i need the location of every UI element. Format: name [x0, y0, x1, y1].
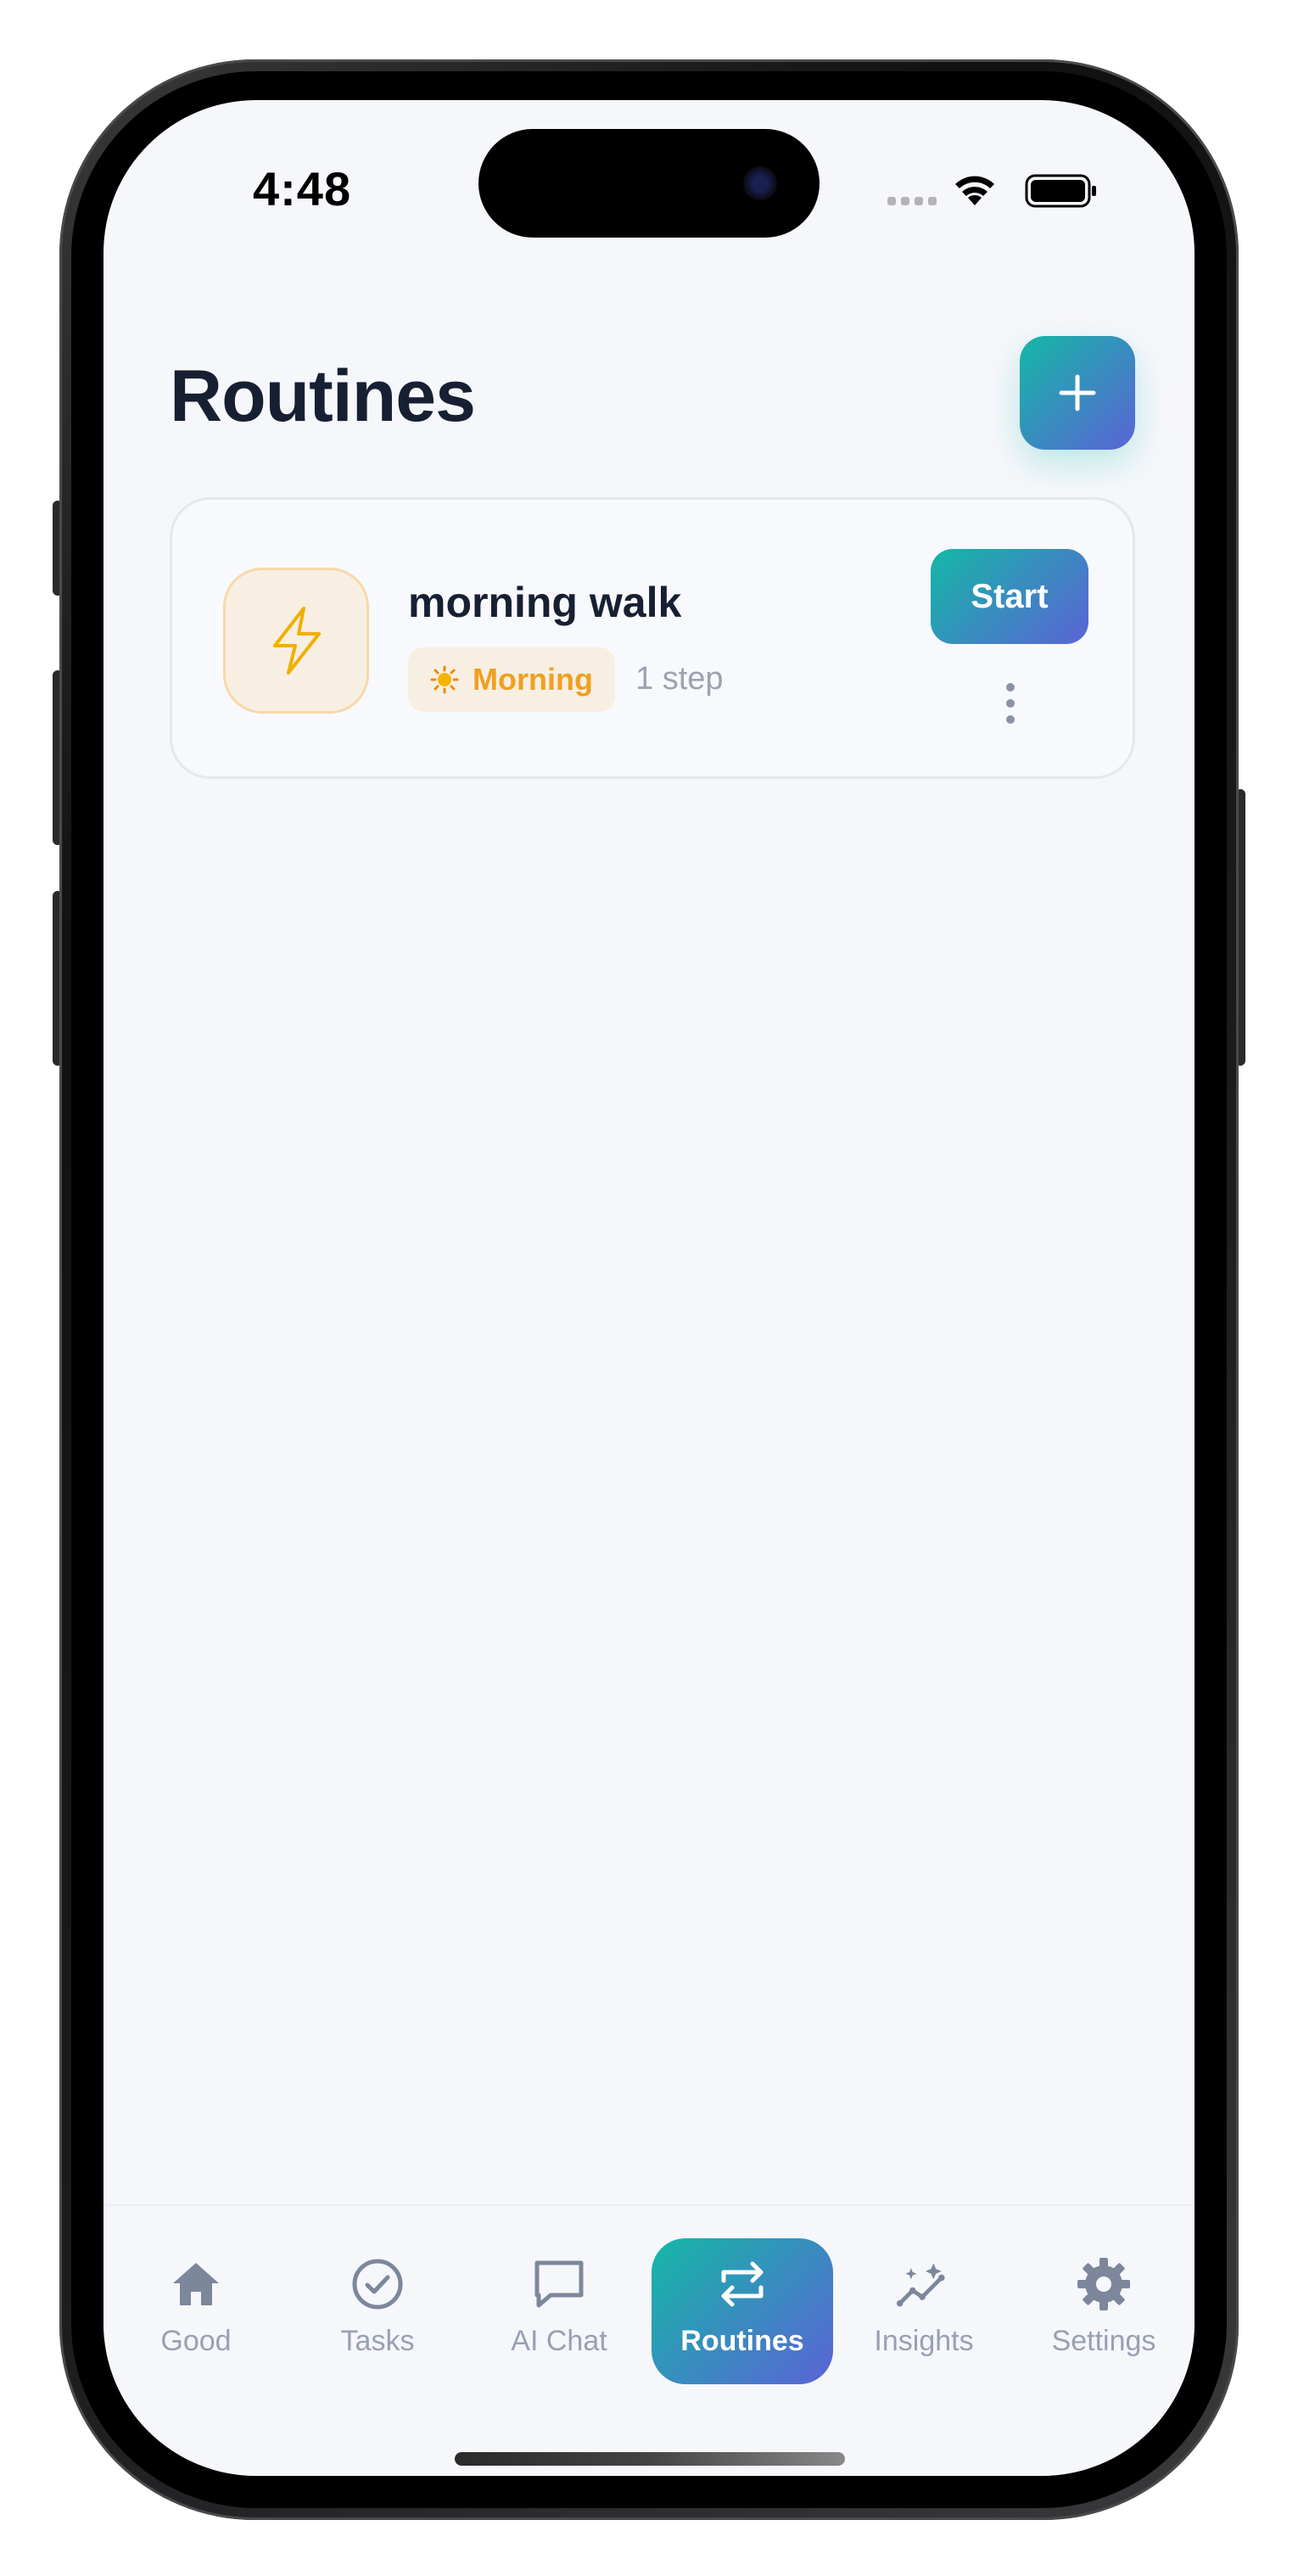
lightning-icon — [273, 607, 321, 675]
repeat-icon — [721, 2261, 764, 2307]
tab-good[interactable]: Good — [105, 2238, 287, 2384]
home-icon — [173, 2263, 219, 2305]
chat-bubble-icon — [534, 2260, 584, 2308]
time-of-day-label: Morning — [473, 662, 593, 697]
tab-bar: Good Tasks AI Chat Routines Insights Set… — [104, 2204, 1194, 2476]
tab-label: Good — [160, 2325, 232, 2357]
more-options-icon[interactable] — [988, 678, 1032, 729]
tab-label: Routines — [680, 2325, 804, 2357]
tab-routines[interactable]: Routines — [652, 2238, 833, 2384]
tab-label: Settings — [1051, 2325, 1156, 2357]
cellular-signal-icon — [887, 197, 937, 205]
battery-icon — [1025, 174, 1096, 208]
page-title: Routines — [170, 356, 476, 437]
routine-icon-tile — [223, 568, 369, 714]
routine-name: morning walk — [408, 579, 682, 626]
tab-settings[interactable]: Settings — [1013, 2238, 1194, 2384]
app-screen: 4:48 Routines morning walk Morning 1 ste… — [104, 100, 1194, 2476]
tab-tasks[interactable]: Tasks — [287, 2238, 468, 2384]
tab-label: Insights — [874, 2325, 974, 2357]
start-routine-button[interactable]: Start — [931, 549, 1088, 644]
check-circle-icon — [352, 2259, 403, 2310]
tab-insights[interactable]: Insights — [833, 2238, 1015, 2384]
sun-icon — [430, 665, 459, 694]
dynamic-island — [478, 129, 820, 238]
time-of-day-badge: Morning — [408, 647, 615, 712]
routine-card[interactable]: morning walk Morning 1 step Start — [170, 497, 1135, 779]
step-count: 1 step — [635, 661, 724, 697]
home-indicator — [455, 2452, 845, 2466]
tab-label: AI Chat — [511, 2325, 607, 2357]
wifi-icon — [955, 176, 994, 205]
gear-icon — [1077, 2258, 1130, 2310]
add-routine-button[interactable] — [1020, 336, 1135, 450]
plus-icon — [1059, 374, 1096, 412]
tab-ai-chat[interactable]: AI Chat — [468, 2238, 650, 2384]
status-time: 4:48 — [253, 162, 352, 216]
sparkle-chart-icon — [896, 2263, 945, 2307]
tab-label: Tasks — [340, 2325, 415, 2357]
